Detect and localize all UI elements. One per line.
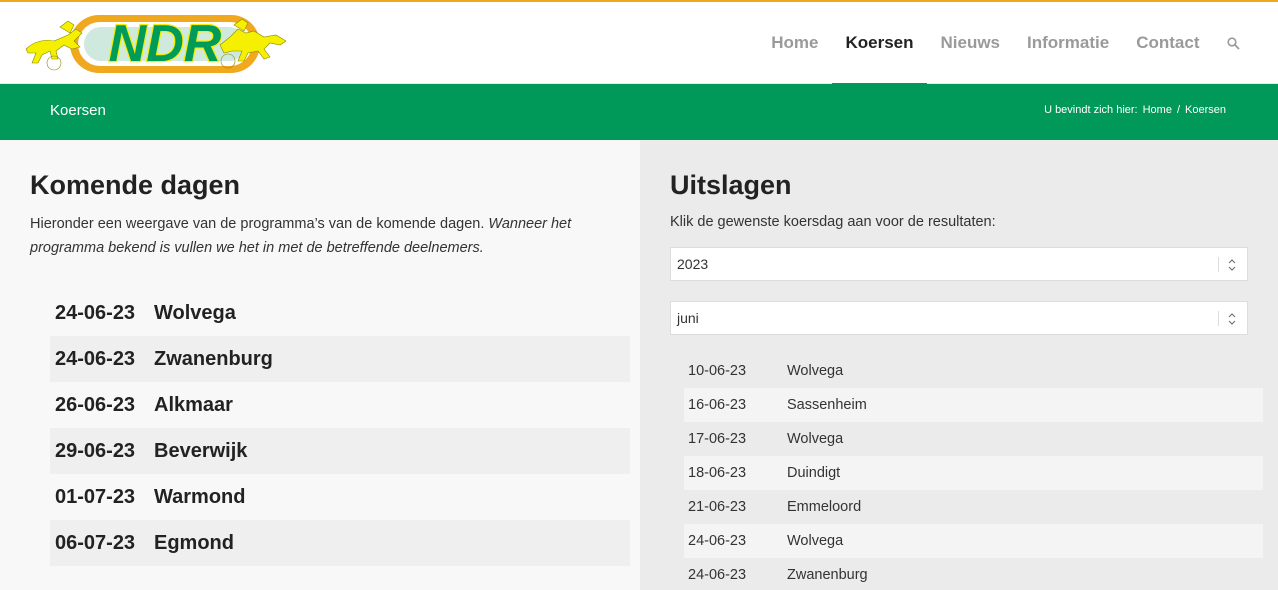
nav-item-informatie[interactable]: Informatie [1014, 2, 1123, 84]
result-item[interactable]: 16-06-23 Sassenheim [684, 388, 1263, 422]
nav-item-nieuws[interactable]: Nieuws [927, 2, 1014, 84]
select-divider [1218, 311, 1219, 326]
upcoming-date: 24-06-23 [55, 301, 136, 324]
upcoming-days-panel: Komende dagen Hieronder een weergave van… [0, 140, 640, 590]
upcoming-date: 06-07-23 [55, 531, 136, 554]
result-item[interactable]: 17-06-23 Wolvega [684, 422, 1263, 456]
upcoming-item[interactable]: 26-06-23 Alkmaar [50, 382, 630, 428]
logo-text: NDR [109, 15, 222, 73]
results-intro: Klik de gewenste koersdag aan voor de re… [670, 214, 996, 230]
search-icon [1227, 36, 1240, 50]
ndr-logo[interactable]: NDR [24, 11, 290, 77]
search-button[interactable] [1213, 2, 1278, 84]
breadcrumb: U bevindt zich hier: Home / Koersen [1044, 104, 1226, 116]
upcoming-item[interactable]: 24-06-23 Zwanenburg [50, 336, 630, 382]
upcoming-place: Zwanenburg [154, 347, 273, 370]
main-nav: Home Koersen Nieuws Informatie Contact [758, 2, 1278, 85]
upcoming-place: Wolvega [154, 301, 236, 324]
result-place: Wolvega [787, 431, 844, 447]
year-select[interactable]: 2023 [670, 247, 1248, 281]
result-place: Sassenheim [787, 397, 867, 413]
page-title: Koersen [50, 102, 106, 119]
year-select-value: 2023 [677, 256, 709, 272]
upcoming-date: 26-06-23 [55, 393, 136, 416]
page-title-banner: Koersen U bevindt zich hier: Home / Koer… [0, 84, 1278, 140]
result-date: 24-06-23 [688, 567, 747, 583]
result-date: 21-06-23 [688, 499, 747, 515]
result-item[interactable]: 10-06-23 Wolvega [684, 354, 1263, 388]
upcoming-place: Warmond [154, 485, 246, 508]
month-select-value: juni [677, 310, 699, 326]
upcoming-item[interactable]: 29-06-23 Beverwijk [50, 428, 630, 474]
breadcrumb-separator: / [1176, 104, 1181, 116]
result-date: 24-06-23 [688, 533, 747, 549]
upcoming-place: Alkmaar [154, 393, 233, 416]
breadcrumb-prefix: U bevindt zich hier: [1044, 104, 1138, 116]
result-place: Duindigt [787, 465, 841, 481]
upcoming-date: 29-06-23 [55, 439, 136, 462]
result-place: Wolvega [787, 533, 844, 549]
intro-text: Hieronder een weergave van de programma’… [30, 216, 489, 232]
result-date: 18-06-23 [688, 465, 747, 481]
result-date: 16-06-23 [688, 397, 747, 413]
result-item[interactable]: 21-06-23 Emmeloord [684, 490, 1263, 524]
month-select[interactable]: juni [670, 301, 1248, 335]
results-heading: Uitslagen [670, 170, 792, 200]
upcoming-date: 01-07-23 [55, 485, 136, 508]
result-item[interactable]: 24-06-23 Zwanenburg [684, 558, 1263, 590]
nav-item-koersen[interactable]: Koersen [831, 2, 928, 85]
result-item[interactable]: 18-06-23 Duindigt [684, 456, 1263, 490]
result-place: Emmeloord [787, 499, 862, 515]
breadcrumb-current: Koersen [1185, 104, 1226, 116]
result-date: 17-06-23 [688, 431, 747, 447]
select-arrows-icon [1228, 259, 1236, 271]
results-list: 10-06-23 Wolvega 16-06-23 Sassenheim 17-06… [684, 354, 1263, 590]
upcoming-item[interactable]: 01-07-23 Warmond [50, 474, 630, 520]
breadcrumb-home-link[interactable]: Home [1143, 104, 1172, 116]
result-place: Zwanenburg [787, 567, 868, 583]
result-item[interactable]: 24-06-23 Wolvega [684, 524, 1263, 558]
upcoming-item[interactable]: 06-07-23 Egmond [50, 520, 630, 566]
select-divider [1218, 257, 1219, 272]
nav-item-home[interactable]: Home [758, 2, 832, 84]
upcoming-place: Egmond [154, 531, 234, 554]
upcoming-intro: Hieronder een weergave van de programma’… [30, 212, 610, 260]
results-panel: Uitslagen Klik de gewenste koersdag aan … [640, 140, 1278, 590]
upcoming-item[interactable]: 24-06-23 Wolvega [50, 290, 630, 336]
upcoming-place: Beverwijk [154, 439, 248, 462]
select-arrows-icon [1228, 313, 1236, 325]
result-date: 10-06-23 [688, 363, 747, 379]
upcoming-date: 24-06-23 [55, 347, 136, 370]
result-place: Wolvega [787, 363, 844, 379]
site-header: NDR Home Koersen Nieuws Informatie Conta… [0, 2, 1278, 85]
upcoming-list: 24-06-23 Wolvega 24-06-23 Zwanenburg 26-06… [50, 290, 630, 566]
nav-item-contact[interactable]: Contact [1123, 2, 1213, 84]
upcoming-heading: Komende dagen [30, 170, 241, 200]
